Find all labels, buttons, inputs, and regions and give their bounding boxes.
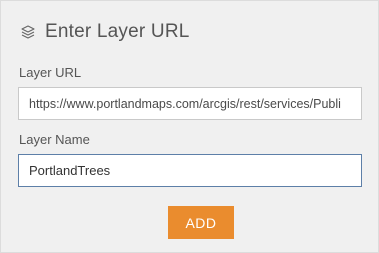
panel-title: Enter Layer URL bbox=[45, 21, 190, 42]
layer-url-label: Layer URL bbox=[19, 65, 82, 80]
layer-name-label: Layer Name bbox=[19, 132, 90, 147]
layers-icon bbox=[19, 23, 37, 41]
enter-layer-url-panel: Enter Layer URL Layer URL Layer Name ADD bbox=[0, 0, 379, 253]
add-button[interactable]: ADD bbox=[168, 206, 234, 239]
panel-header: Enter Layer URL bbox=[19, 19, 190, 45]
layer-name-input[interactable] bbox=[18, 154, 362, 187]
layer-url-input[interactable] bbox=[18, 87, 362, 120]
